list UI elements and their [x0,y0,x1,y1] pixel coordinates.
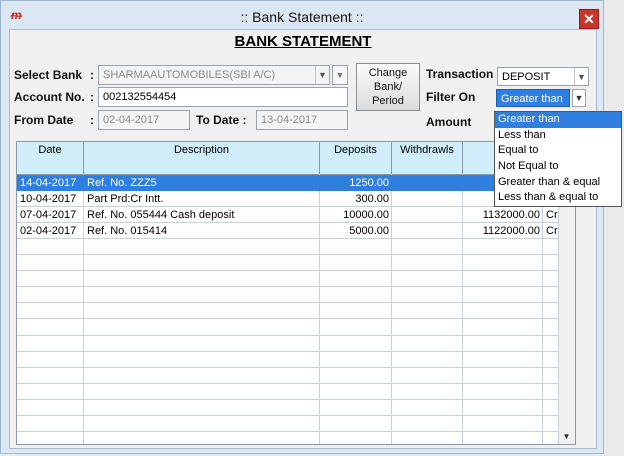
grid-line [17,334,575,336]
grid-line [17,318,575,320]
table-cell-deposits: 1250.00 [349,177,389,189]
grid-line [17,350,575,352]
filter-options-list: Greater than Less than Equal to Not Equal t… [494,111,622,207]
transaction-value: DEPOSIT [502,71,551,83]
table-cell-balance: 1122000.00 [482,225,540,238]
bank-dropdown-toggle[interactable]: ▼ [332,65,348,85]
grid-line [17,286,575,288]
close-icon: ✕ [583,11,595,27]
table-cell-deposits: 300.00 [355,193,389,206]
grid-line [17,398,575,400]
grid-line [17,414,575,416]
table-cell-withdrawls [392,175,463,191]
table-cell-deposits: 10000.00 [343,209,389,222]
table-header: Date Description Deposits Withdrawls B [17,142,575,175]
table-row[interactable]: 14-04-2017Ref. No. ZZZ51250.00112 [17,175,575,191]
to-date-field[interactable]: 13-04-2017 [256,110,348,130]
table-cell-withdrawls [392,207,463,223]
table-cell-description: Ref. No. 015414 [87,225,168,238]
transactions-table: Date Description Deposits Withdrawls B 1… [16,141,576,445]
chevron-down-icon: ▼ [335,70,345,80]
column-header-date[interactable]: Date [17,142,84,174]
grid-line [17,430,575,432]
filter-option[interactable]: Greater than & equal [495,175,621,191]
change-button-label-1: Change [368,67,408,79]
table-cell-date: 02-04-2017 [20,225,77,238]
page-title: BANK STATEMENT [234,33,372,50]
grid-line [17,254,575,256]
grid-line [17,270,575,272]
table-cell-deposits: 5000.00 [349,225,389,238]
filter-option[interactable]: Greater than [495,112,621,128]
chevron-down-icon: ▼ [315,66,329,84]
table-cell-date: 07-04-2017 [20,209,77,222]
grid-line [17,302,575,304]
table-cell-date: 14-04-2017 [20,177,77,189]
table-cell-withdrawls [392,223,463,239]
table-cell-description: Part Prd:Cr Intt. [87,193,164,206]
transaction-dropdown[interactable]: DEPOSIT ▼ [497,67,589,86]
chevron-down-icon[interactable]: ▼ [572,89,586,107]
column-header-withdrawls[interactable]: Withdrawls [392,142,463,174]
close-button[interactable]: ✕ [579,9,599,29]
account-no-label: Account No. [14,90,85,104]
select-bank-label: Select Bank [14,68,83,82]
colon: : [90,68,94,82]
change-bank-period-button[interactable]: Change Bank/ Period [356,63,420,111]
grid-line [17,366,575,368]
table-cell-date: 10-04-2017 [20,193,77,206]
amount-label: Amount [426,115,472,129]
table-row[interactable]: 07-04-2017 Ref. No. 055444 Cash deposit 10… [17,207,575,223]
select-bank-dropdown[interactable]: SHARMAAUTOMOBILES(SBI A/C) ▼ [98,65,330,85]
vertical-scrollbar[interactable]: ▲ ▼ [558,174,575,444]
table-cell-balance: 1132000.00 [482,209,540,222]
table-cell-description: Ref. No. 055444 Cash deposit [87,209,235,222]
table-row[interactable]: 02-04-2017 Ref. No. 015414 5000.00 1122000.… [17,223,575,239]
to-date-label: To Date : [196,113,247,127]
change-button-label-3: Period [372,95,404,107]
from-date-label: From Date [14,113,74,127]
table-cell-withdrawls [392,191,463,207]
column-header-deposits[interactable]: Deposits [320,142,392,174]
table-row[interactable]: 10-04-2017Part Prd:Cr Intt.300.00113 [17,191,575,207]
bank-statement-window: ᵯ :: Bank Statement :: ✕ BANK STATEMENT … [0,0,604,454]
transaction-label: Transaction [426,67,494,81]
column-header-description[interactable]: Description [84,142,320,174]
window-title: :: Bank Statement :: [240,9,364,25]
scroll-down-icon[interactable]: ▼ [559,430,574,444]
filter-option[interactable]: Equal to [495,143,621,159]
change-button-label-2: Bank/ [373,81,403,93]
filter-option[interactable]: Less than [495,128,621,144]
filter-on-label: Filter On [426,90,476,104]
filter-option[interactable]: Not Equal to [495,159,621,175]
colon: : [90,113,94,127]
colon: : [90,90,94,104]
filter-on-dropdown[interactable]: Greater than [496,89,570,107]
from-date-field[interactable]: 02-04-2017 [98,110,190,130]
title-bar: ᵯ :: Bank Statement :: ✕ [1,1,603,29]
table-cell-description: Ref. No. ZZZ5 [87,177,157,189]
chevron-down-icon: ▼ [574,68,588,85]
account-no-field[interactable]: 002132554454 [98,87,348,107]
select-bank-value: SHARMAAUTOMOBILES(SBI A/C) [103,69,276,81]
grid-line [17,382,575,384]
filter-option[interactable]: Less than & equal to [495,190,621,206]
